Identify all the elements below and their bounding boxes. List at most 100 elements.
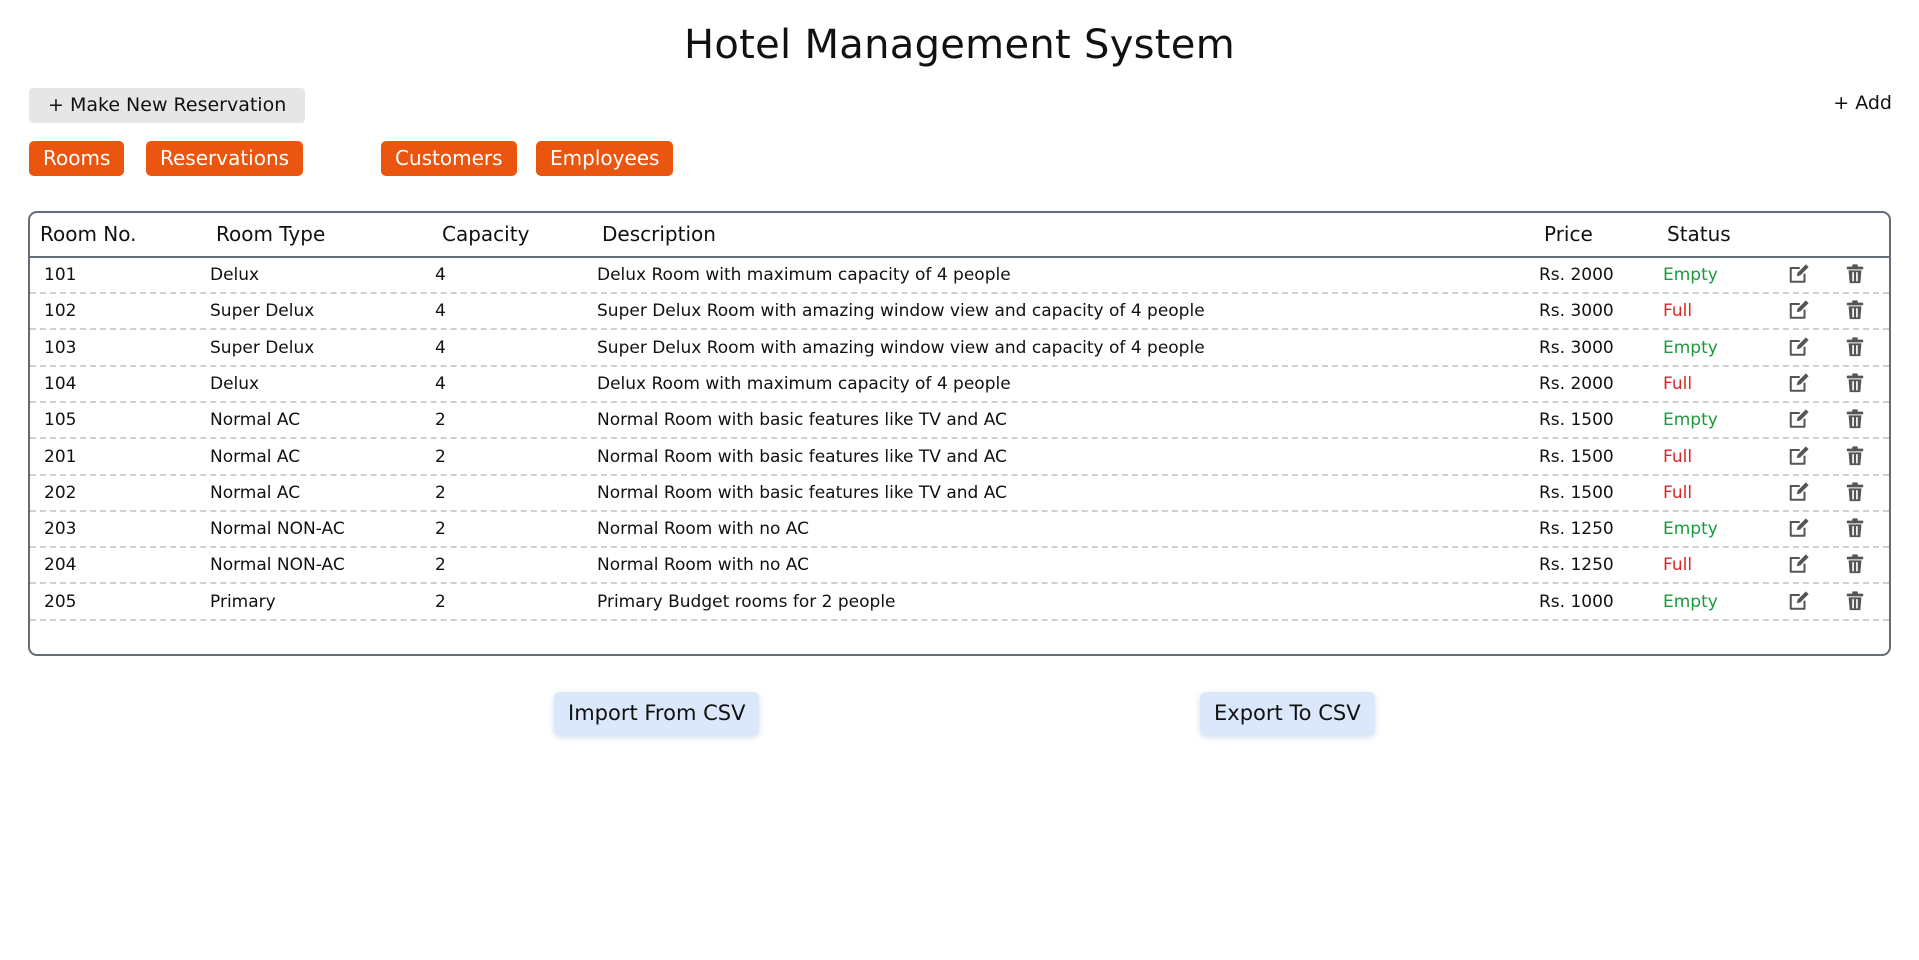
edit-icon[interactable] bbox=[1788, 445, 1810, 467]
status-badge: Full bbox=[1663, 446, 1693, 467]
edit-icon[interactable] bbox=[1788, 553, 1810, 575]
cell-capacity: 4 bbox=[435, 265, 446, 285]
table-row: 205 Primary 2 Primary Budget rooms for 2 pe… bbox=[30, 585, 1889, 621]
status-badge: Full bbox=[1663, 555, 1693, 576]
cell-room-type: Normal NON-AC bbox=[210, 519, 345, 540]
status-badge: Full bbox=[1663, 373, 1693, 394]
table-row: 203 Normal NON-AC 2 Normal Room with no AC R… bbox=[30, 512, 1889, 549]
rooms-table: Room No. Room Type Capacity Description … bbox=[28, 211, 1891, 656]
tab-rooms[interactable]: Rooms bbox=[29, 141, 125, 176]
trash-icon[interactable] bbox=[1844, 299, 1866, 321]
cell-room-no: 204 bbox=[44, 555, 77, 576]
cell-room-no: 104 bbox=[44, 373, 77, 394]
cell-capacity: 2 bbox=[435, 555, 446, 576]
cell-description: Normal Room with no AC bbox=[597, 519, 809, 540]
cell-room-type: Normal AC bbox=[210, 446, 301, 467]
cell-room-type: Normal AC bbox=[210, 482, 301, 503]
cell-price: Rs. 1500 bbox=[1539, 446, 1614, 467]
table-row: 103 Super Delux 4 Super Delux Room with ama… bbox=[30, 331, 1889, 367]
edit-icon[interactable] bbox=[1788, 263, 1810, 285]
table-row: 102 Super Delux 4 Super Delux Room with ama… bbox=[30, 294, 1889, 331]
cell-price: Rs. 2000 bbox=[1539, 265, 1614, 285]
cell-room-type: Super Delux bbox=[210, 301, 315, 322]
cell-price: Rs. 3000 bbox=[1539, 337, 1614, 358]
cell-room-no: 201 bbox=[44, 446, 77, 467]
cell-price: Rs. 2000 bbox=[1539, 373, 1614, 394]
page-title: Hotel Management System bbox=[684, 22, 1235, 68]
cell-price: Rs. 1250 bbox=[1539, 519, 1614, 540]
page: Hotel Management System + Make New Reser… bbox=[0, 0, 1919, 960]
trash-icon[interactable] bbox=[1844, 408, 1866, 430]
column-header-price: Price bbox=[1544, 222, 1593, 246]
cell-price: Rs. 1250 bbox=[1539, 555, 1614, 576]
table-row: 204 Normal NON-AC 2 Normal Room with no AC R… bbox=[30, 548, 1889, 585]
column-header-status: Status bbox=[1667, 222, 1731, 246]
column-header-description: Description bbox=[602, 222, 716, 246]
trash-icon[interactable] bbox=[1844, 481, 1866, 503]
cell-price: Rs. 1500 bbox=[1539, 410, 1614, 431]
table-row: 101 Delux 4 Delux Room with maximum capacit… bbox=[30, 258, 1889, 294]
cell-capacity: 2 bbox=[435, 410, 446, 431]
cell-description: Delux Room with maximum capacity of 4 pe… bbox=[597, 373, 1011, 394]
cell-capacity: 4 bbox=[435, 373, 446, 394]
cell-description: Delux Room with maximum capacity of 4 pe… bbox=[597, 265, 1011, 285]
edit-icon[interactable] bbox=[1788, 590, 1810, 612]
column-header-room-no: Room No. bbox=[40, 222, 137, 246]
table-row: 202 Normal AC 2 Normal Room with basic feat… bbox=[30, 476, 1889, 512]
cell-capacity: 4 bbox=[435, 301, 446, 322]
cell-room-type: Super Delux bbox=[210, 337, 315, 358]
trash-icon[interactable] bbox=[1844, 553, 1866, 575]
cell-price: Rs. 3000 bbox=[1539, 301, 1614, 322]
trash-icon[interactable] bbox=[1844, 445, 1866, 467]
trash-icon[interactable] bbox=[1844, 336, 1866, 358]
edit-icon[interactable] bbox=[1788, 481, 1810, 503]
status-badge: Full bbox=[1663, 482, 1693, 503]
cell-capacity: 4 bbox=[435, 337, 446, 358]
trash-icon[interactable] bbox=[1844, 517, 1866, 539]
cell-description: Normal Room with basic features like TV … bbox=[597, 410, 1007, 431]
cell-room-type: Delux bbox=[210, 373, 260, 394]
edit-icon[interactable] bbox=[1788, 408, 1810, 430]
cell-room-no: 101 bbox=[44, 265, 77, 285]
table-row: 201 Normal AC 2 Normal Room with basic feat… bbox=[30, 440, 1889, 476]
edit-icon[interactable] bbox=[1788, 336, 1810, 358]
cell-room-no: 105 bbox=[44, 410, 77, 431]
cell-price: Rs. 1000 bbox=[1539, 591, 1614, 612]
tab-customers[interactable]: Customers bbox=[381, 141, 517, 176]
status-badge: Empty bbox=[1663, 410, 1718, 431]
cell-room-no: 102 bbox=[44, 301, 77, 322]
import-csv-button[interactable]: Import From CSV bbox=[554, 692, 760, 735]
status-badge: Empty bbox=[1663, 265, 1718, 285]
status-badge: Empty bbox=[1663, 591, 1718, 612]
tab-employees[interactable]: Employees bbox=[536, 141, 674, 176]
trash-icon[interactable] bbox=[1844, 590, 1866, 612]
cell-room-no: 205 bbox=[44, 591, 77, 612]
cell-price: Rs. 1500 bbox=[1539, 482, 1614, 503]
status-badge: Empty bbox=[1663, 337, 1718, 358]
cell-room-type: Normal AC bbox=[210, 410, 301, 431]
cell-capacity: 2 bbox=[435, 446, 446, 467]
edit-icon[interactable] bbox=[1788, 372, 1810, 394]
make-new-reservation-button[interactable]: + Make New Reservation bbox=[29, 88, 306, 123]
cell-room-type: Normal NON-AC bbox=[210, 555, 345, 576]
export-csv-button[interactable]: Export To CSV bbox=[1200, 692, 1375, 735]
table-row: 105 Normal AC 2 Normal Room with basic feat… bbox=[30, 403, 1889, 440]
cell-description: Primary Budget rooms for 2 people bbox=[597, 591, 896, 612]
tab-reservations[interactable]: Reservations bbox=[146, 141, 304, 176]
cell-description: Super Delux Room with amazing window vie… bbox=[597, 337, 1205, 358]
table-row: 104 Delux 4 Delux Room with maximum capacit… bbox=[30, 367, 1889, 403]
trash-icon[interactable] bbox=[1844, 263, 1866, 285]
cell-capacity: 2 bbox=[435, 519, 446, 540]
add-button[interactable]: + Add bbox=[1833, 92, 1892, 114]
cell-description: Super Delux Room with amazing window vie… bbox=[597, 301, 1205, 322]
cell-room-type: Delux bbox=[210, 265, 260, 285]
edit-icon[interactable] bbox=[1788, 299, 1810, 321]
status-badge: Empty bbox=[1663, 519, 1718, 540]
cell-description: Normal Room with no AC bbox=[597, 555, 809, 576]
cell-room-type: Primary bbox=[210, 591, 276, 612]
cell-room-no: 202 bbox=[44, 482, 77, 503]
cell-description: Normal Room with basic features like TV … bbox=[597, 446, 1007, 467]
trash-icon[interactable] bbox=[1844, 372, 1866, 394]
column-header-capacity: Capacity bbox=[442, 222, 530, 246]
edit-icon[interactable] bbox=[1788, 517, 1810, 539]
